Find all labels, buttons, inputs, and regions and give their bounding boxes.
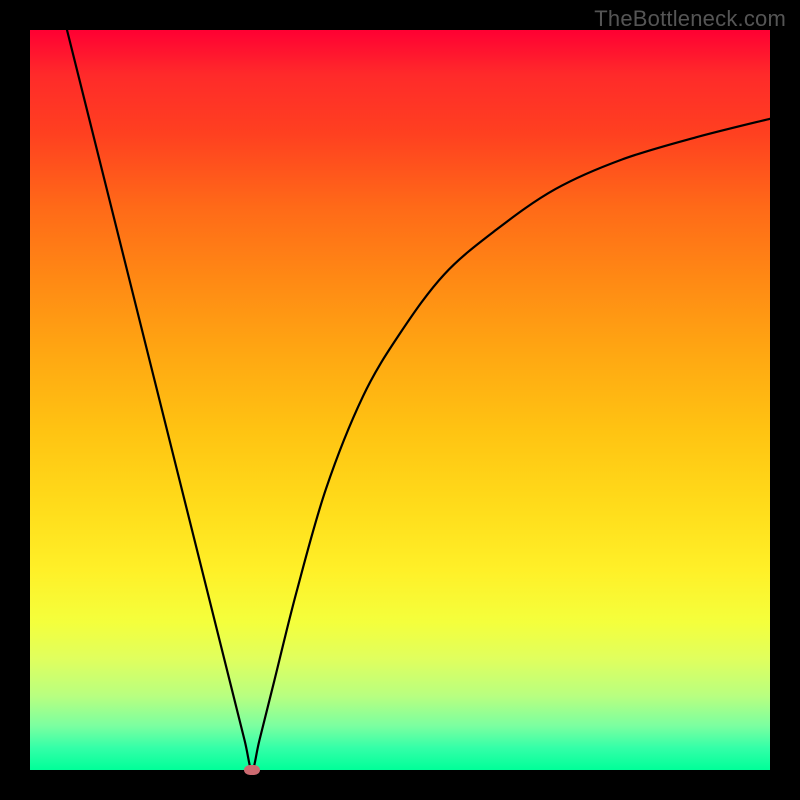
bottleneck-curve-path	[67, 30, 770, 770]
plot-area	[30, 30, 770, 770]
chart-frame: TheBottleneck.com	[0, 0, 800, 800]
minimum-marker	[244, 765, 260, 775]
curve-svg	[30, 30, 770, 770]
watermark-text: TheBottleneck.com	[594, 6, 786, 32]
